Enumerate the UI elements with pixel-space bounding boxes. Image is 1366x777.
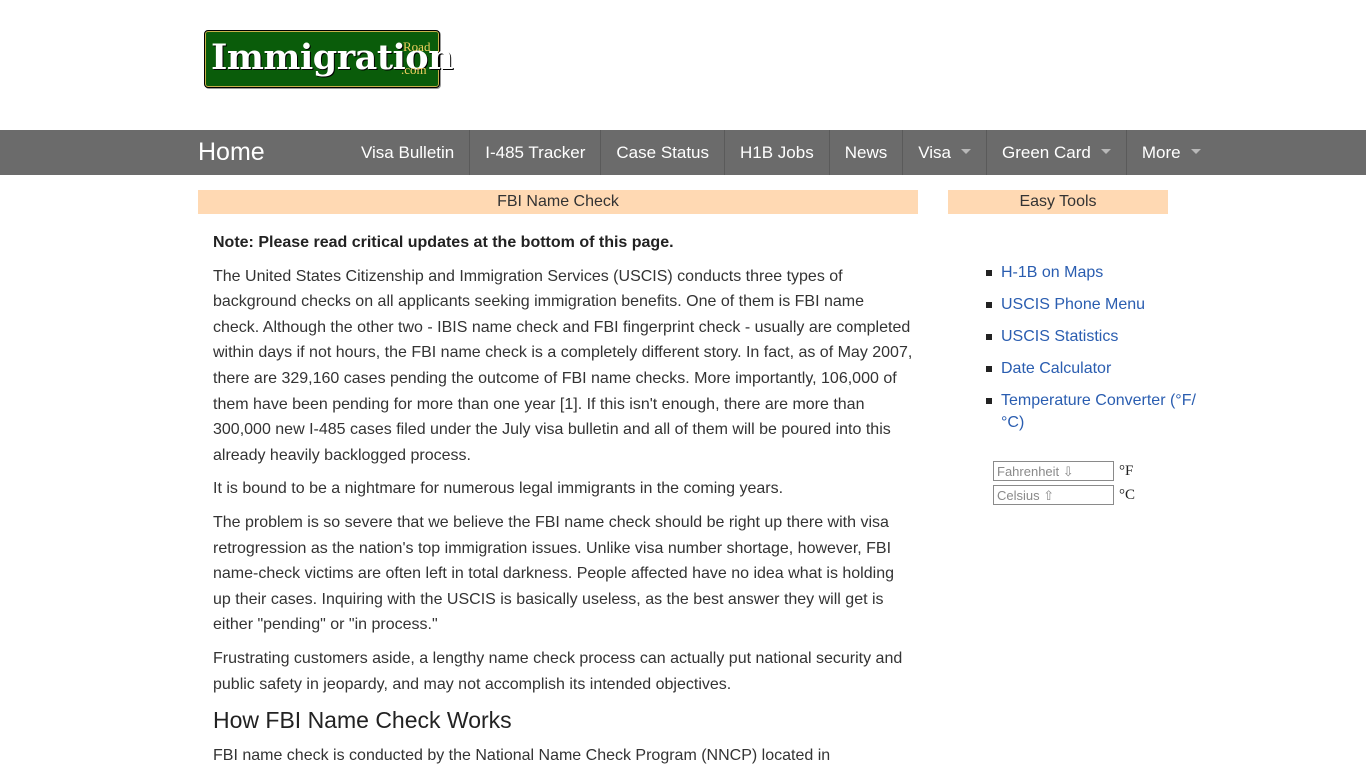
tool-link-h-1b-on-maps[interactable]: H-1B on Maps <box>1001 264 1103 281</box>
article-paragraph: It is bound to be a nightmare for numero… <box>213 480 784 498</box>
section-heading: How FBI Name Check Works <box>213 707 512 734</box>
article-paragraph: The problem is so severe that we believe… <box>213 513 894 634</box>
tool-list-item: Date Calculator <box>986 358 1201 380</box>
nav-item-i-485-tracker[interactable]: I-485 Tracker <box>470 130 602 175</box>
caret-down-icon <box>1190 149 1201 155</box>
reference-link-1[interactable]: [1] <box>560 396 578 413</box>
nav-menu: Visa Bulletin I-485 Tracker Case Status H1B… <box>346 130 1216 175</box>
tool-link-temperature-converter-f-c[interactable]: Temperature Converter (°F/°C) <box>1001 392 1196 431</box>
tool-list-item: Temperature Converter (°F/°C) <box>986 390 1201 434</box>
nav-item-label: H1B Jobs <box>740 143 814 162</box>
sidebar-title: Easy Tools <box>1019 193 1097 210</box>
site-header: Immigration Road .com <box>0 0 1366 130</box>
nav-item-label: Visa <box>918 143 951 162</box>
nav-item-visa-bulletin[interactable]: Visa Bulletin <box>346 130 471 175</box>
temperature-converter: °F °C <box>993 459 1135 507</box>
nav-item-label: More <box>1141 143 1181 162</box>
nav-home-link[interactable]: Home <box>198 130 265 175</box>
section-title: FBI Name Check <box>497 193 619 210</box>
tool-list-item: USCIS Phone Menu <box>986 294 1201 316</box>
celsius-unit: °C <box>1119 486 1136 503</box>
tool-link-date-calculator[interactable]: Date Calculator <box>1001 360 1111 377</box>
caret-down-icon <box>961 149 971 155</box>
sidebar-title-bar: Easy Tools <box>948 190 1168 214</box>
fahrenheit-unit: °F <box>1119 462 1134 479</box>
paragraph-text: The United States Citizenship and Immigr… <box>213 267 913 413</box>
fahrenheit-input[interactable] <box>993 461 1114 481</box>
celsius-row: °C <box>993 483 1135 507</box>
celsius-input[interactable] <box>993 485 1114 505</box>
main-navbar: Home Visa Bulletin I-485 Tracker Case Stat… <box>0 130 1366 175</box>
tool-link-uscis-statistics[interactable]: USCIS Statistics <box>1001 328 1118 345</box>
tool-list-item: USCIS Statistics <box>986 326 1201 348</box>
nav-item-label: I-485 Tracker <box>485 143 586 162</box>
article-paragraph: Frustrating customers aside, a lengthy n… <box>213 649 903 693</box>
nav-item-h1b-jobs[interactable]: H1B Jobs <box>725 130 830 175</box>
caret-down-icon <box>1100 149 1111 155</box>
nav-item-news[interactable]: News <box>830 130 904 175</box>
fahrenheit-row: °F <box>993 459 1135 483</box>
easy-tools-list: H-1B on Maps USCIS Phone Menu USCIS Statis… <box>985 262 1201 444</box>
section-title-bar: FBI Name Check <box>198 190 918 214</box>
article-body: Note: Please read critical updates at th… <box>213 230 913 777</box>
nav-item-visa[interactable]: Visa <box>903 130 987 175</box>
tool-link-uscis-phone-menu[interactable]: USCIS Phone Menu <box>1001 296 1145 313</box>
logo-road-text: Road <box>403 39 431 54</box>
nav-item-label: News <box>844 143 888 162</box>
logo-com-text: .com <box>401 62 427 77</box>
article-paragraph: The United States Citizenship and Immigr… <box>213 264 913 469</box>
nav-item-label: Visa Bulletin <box>361 143 455 162</box>
immigration-road-logo[interactable]: Immigration Road .com <box>204 30 454 88</box>
article-paragraph: FBI name check is conducted by the Natio… <box>213 747 831 765</box>
tool-list-item: H-1B on Maps <box>986 262 1201 284</box>
nav-item-case-status[interactable]: Case Status <box>601 130 726 175</box>
nav-item-more[interactable]: More <box>1127 130 1216 175</box>
critical-update-note: Note: Please read critical updates at th… <box>213 234 674 251</box>
nav-item-green-card[interactable]: Green Card <box>987 130 1127 175</box>
nav-item-label: Green Card <box>1002 143 1091 162</box>
nav-item-label: Case Status <box>616 143 710 162</box>
